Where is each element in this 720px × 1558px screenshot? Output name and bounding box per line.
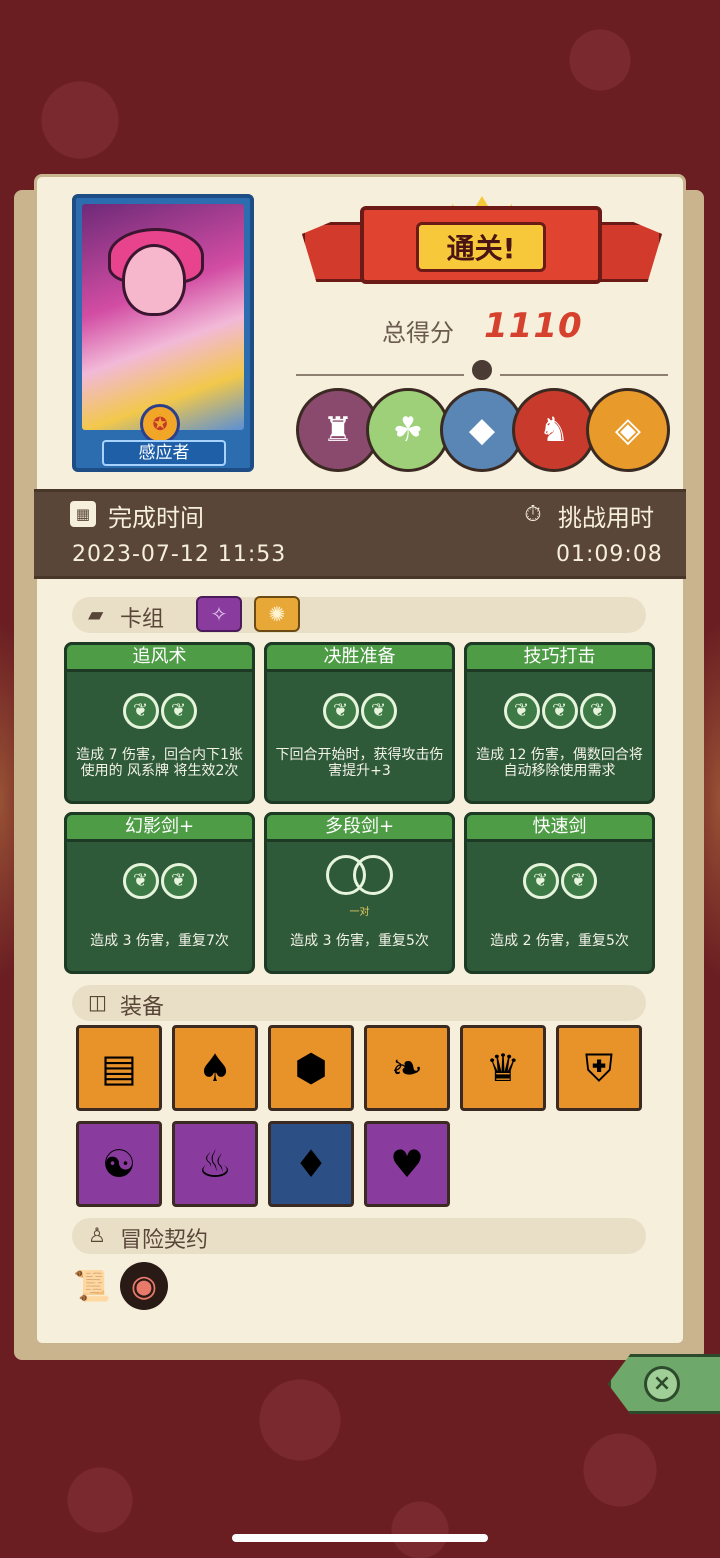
deck-card-1[interactable]: 追风术 ❦ ❦ 造成 7 伤害，回合内下1张使用的 风系牌 将生效2次 [64, 642, 255, 804]
card-description: 造成 3 伤害，重复7次 [90, 933, 229, 949]
equip-slot-3[interactable]: ⬢ [268, 1025, 354, 1111]
card-title: 幻影剑+ [64, 812, 255, 842]
hero-face [122, 244, 186, 316]
card-cost: ❦ ❦ [67, 693, 252, 729]
moss-book-icon: ▤ [101, 1046, 137, 1090]
divider-left [296, 374, 464, 376]
wind-energy-icon: ❦ [579, 693, 616, 729]
divider-right [500, 374, 668, 376]
finish-time-label: 完成时间 [108, 504, 204, 532]
box-icon: ◫ [88, 990, 107, 1014]
wind-energy-icon: ❦ [160, 693, 197, 729]
deck-section-header: ▰ 卡组 [72, 597, 646, 633]
hero-name: 感应者 [102, 440, 226, 466]
red-robe-icon: ♥ [389, 1142, 425, 1186]
hero-portrait [82, 204, 244, 430]
deck-filter-purple-icon[interactable]: ✧ [196, 596, 242, 632]
deck-card-5[interactable]: 多段剑+ 一对 造成 3 伤害，重复5次 [264, 812, 455, 974]
equip-slot-1[interactable]: ▤ [76, 1025, 162, 1111]
card-title: 技巧打击 [464, 642, 655, 672]
challenge-time-label: 挑战用时 [558, 504, 654, 532]
home-indicator [232, 1534, 488, 1542]
equip-slot-7[interactable]: ☯ [76, 1121, 162, 1207]
deck-card-2[interactable]: 决胜准备 ❦ ❦ 下回合开始时，获得攻击伤害提升+3 [264, 642, 455, 804]
card-cost: ❦ ❦ [267, 693, 452, 729]
card-description: 造成 12 伤害，偶数回合将自动移除使用需求 [476, 747, 643, 779]
jade-mask-icon: ☯ [101, 1142, 137, 1186]
card-description: 下回合开始时，获得攻击伤害提升+3 [275, 747, 444, 779]
calendar-icon: ▦ [70, 501, 96, 527]
equip-slot-10[interactable]: ♥ [364, 1121, 450, 1207]
any-energy-icon [353, 855, 393, 895]
green-beast-icon: ☘ [392, 410, 424, 450]
card-cost: ❦ ❦ [67, 863, 252, 899]
deck-card-3[interactable]: 技巧打击 ❦ ❦ ❦ 造成 12 伤害，偶数回合将自动移除使用需求 [464, 642, 655, 804]
green-feather-icon: ❧ [391, 1046, 423, 1090]
deck-filter-gold-icon[interactable]: ✺ [254, 596, 300, 632]
pair-label: 一对 [349, 907, 370, 918]
equipment-title: 装备 [120, 995, 165, 1020]
card-title: 决胜准备 [264, 642, 455, 672]
score-label: 总得分 [382, 319, 454, 347]
wind-energy-icon: ❦ [122, 863, 159, 899]
close-icon[interactable]: × [644, 1366, 680, 1402]
fire-shield-icon: ♨ [197, 1142, 233, 1186]
sweater-icon: ♛ [485, 1046, 521, 1090]
deck-card-6[interactable]: 快速剑 ❦ ❦ 造成 2 伤害，重复5次 [464, 812, 655, 974]
card-title: 追风术 [64, 642, 255, 672]
pumpkin-shield-icon: ⛨ [584, 1045, 614, 1090]
card-cost: ❦ ❦ ❦ [467, 693, 652, 729]
equip-slot-9[interactable]: ♦ [268, 1121, 354, 1207]
wind-energy-icon: ❦ [322, 693, 359, 729]
person-icon: ♙ [88, 1223, 106, 1247]
equip-slot-5[interactable]: ♛ [460, 1025, 546, 1111]
contract-title: 冒险契约 [120, 1228, 209, 1253]
scroll-icon[interactable]: 📜 [68, 1262, 116, 1310]
cards-icon: ▰ [88, 602, 104, 626]
card-description: 造成 2 伤害，重复5次 [490, 933, 629, 949]
hero-emblem-icon: ✪ [140, 404, 180, 444]
finish-time-value: 2023-07-12 11:53 [72, 542, 287, 567]
score-value: 1110 [484, 306, 583, 346]
equip-slot-8[interactable]: ♨ [172, 1121, 258, 1207]
card-description: 造成 3 伤害，重复5次 [290, 933, 429, 949]
deck-title: 卡组 [120, 607, 165, 632]
meat-icon[interactable]: ◉ [120, 1262, 168, 1310]
contract-section-header: ♙ 冒险契约 [72, 1218, 646, 1254]
wind-energy-icon: ❦ [541, 693, 578, 729]
deck-card-4[interactable]: 幻影剑+ ❦ ❦ 造成 3 伤害，重复7次 [64, 812, 255, 974]
wind-energy-icon: ❦ [560, 863, 597, 899]
turtle-shell-icon: ⬢ [294, 1046, 328, 1090]
equip-slot-4[interactable]: ❧ [364, 1025, 450, 1111]
card-description: 造成 7 伤害，回合内下1张使用的 风系牌 将生效2次 [76, 747, 243, 779]
stone-golem-icon: ♜ [322, 410, 354, 450]
wind-energy-icon: ❦ [160, 863, 197, 899]
clear-banner-title: 通关! [416, 222, 546, 272]
equip-slot-6[interactable]: ⛨ [556, 1025, 642, 1111]
dark-cloak-icon: ♠ [197, 1046, 233, 1090]
equip-slot-2[interactable]: ♠ [172, 1025, 258, 1111]
equipment-section-header: ◫ 装备 [72, 985, 646, 1021]
wind-energy-icon: ❦ [122, 693, 159, 729]
wind-energy-icon: ❦ [503, 693, 540, 729]
boss-portrait-4[interactable]: ♞ [512, 388, 596, 472]
crystal-beast-icon: ◈ [614, 410, 642, 450]
card-cost: ❦ ❦ [467, 863, 652, 899]
card-title: 快速剑 [464, 812, 655, 842]
card-cost [267, 855, 452, 899]
skull-emblem-icon [470, 358, 494, 382]
steel-armor-icon: ♦ [293, 1142, 329, 1186]
stopwatch-icon: ⏱ [524, 501, 542, 527]
card-title: 多段剑+ [264, 812, 455, 842]
boss-portrait-2[interactable]: ☘ [366, 388, 450, 472]
wind-energy-icon: ❦ [522, 863, 559, 899]
red-demon-icon: ♞ [538, 410, 570, 450]
wind-energy-icon: ❦ [360, 693, 397, 729]
blue-shark-icon: ◆ [468, 410, 496, 450]
hero-card[interactable]: ✪ 感应者 [72, 194, 254, 472]
boss-portrait-5[interactable]: ◈ [586, 388, 670, 472]
challenge-time-value: 01:09:08 [556, 542, 663, 567]
